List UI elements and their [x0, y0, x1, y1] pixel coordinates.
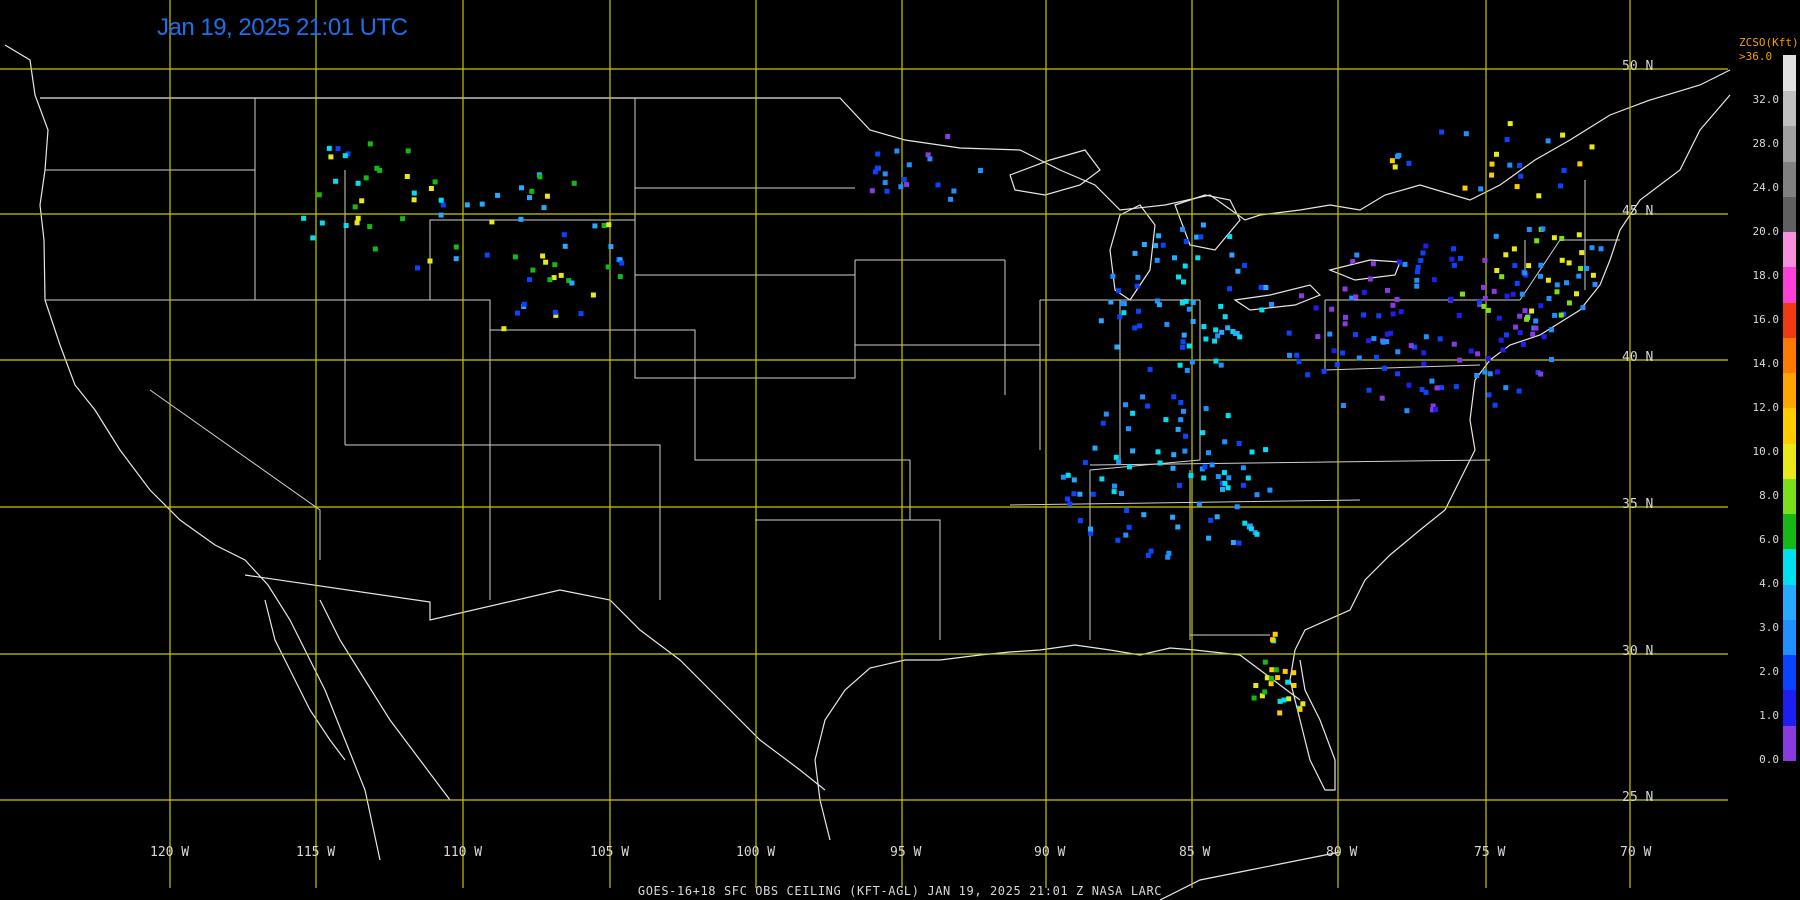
lat-label-30n: 30 N: [1622, 644, 1654, 659]
legend-swatch: [1783, 619, 1796, 655]
legend-swatch: [1783, 478, 1796, 514]
legend-tick-label: 2.0: [1759, 665, 1779, 678]
legend-tick-label: 4.0: [1759, 577, 1779, 590]
legend-swatch: [1783, 337, 1796, 373]
legend-tick-label: 28.0: [1752, 137, 1780, 150]
legend-tick-label: 16.0: [1752, 313, 1780, 326]
legend-swatch: [1783, 724, 1796, 761]
lon-label-70w: 70 W: [1620, 845, 1652, 860]
legend-swatch: [1783, 654, 1796, 691]
lon-label-95w: 95 W: [890, 845, 922, 860]
map-canvas: [0, 0, 1800, 900]
lon-label-85w: 85 W: [1179, 845, 1211, 860]
lon-label-115w: 115 W: [296, 845, 336, 860]
legend-tick-label: 6.0: [1759, 533, 1779, 546]
legend-swatch: [1783, 231, 1796, 268]
legend-swatch: [1783, 407, 1796, 444]
legend-swatch: [1783, 689, 1796, 726]
legend-swatch: [1783, 442, 1796, 479]
lon-label-100w: 100 W: [736, 845, 776, 860]
lat-label-25n: 25 N: [1622, 790, 1654, 805]
legend-tick-label: 24.0: [1752, 181, 1780, 194]
legend-tick-label: 20.0: [1752, 225, 1780, 238]
lon-label-80w: 80 W: [1326, 845, 1358, 860]
legend-tick-label: 12.0: [1752, 401, 1780, 414]
legend-tick-label: 18.0: [1752, 269, 1780, 282]
legend-swatch: [1783, 548, 1796, 585]
legend-swatch: [1783, 301, 1796, 338]
lat-label-50n: 50 N: [1622, 59, 1654, 74]
timestamp: Jan 19, 2025 21:01 UTC: [157, 14, 408, 41]
legend-swatch: [1783, 90, 1796, 127]
legend-swatch: [1783, 160, 1796, 197]
legend-tick-label: 1.0: [1759, 709, 1779, 722]
lat-label-40n: 40 N: [1622, 350, 1654, 365]
lon-label-105w: 105 W: [590, 845, 630, 860]
lat-label-45n: 45 N: [1622, 204, 1654, 219]
lat-label-35n: 35 N: [1622, 497, 1654, 512]
lon-label-120w: 120 W: [150, 845, 190, 860]
legend-swatch: [1783, 125, 1796, 162]
lon-label-90w: 90 W: [1034, 845, 1066, 860]
legend-swatch: [1783, 583, 1796, 620]
legend-tick-label: 14.0: [1752, 357, 1780, 370]
legend-max-label: >36.0: [1739, 50, 1773, 63]
lon-label-110w: 110 W: [443, 845, 483, 860]
legend-tick-label: 0.0: [1759, 753, 1779, 766]
legend-tick-label: 32.0: [1752, 93, 1780, 106]
legend-swatch: [1783, 513, 1796, 550]
lon-label-75w: 75 W: [1474, 845, 1506, 860]
footer-caption: GOES-16+18 SFC OBS CEILING (KFT-AGL) JAN…: [637, 884, 1163, 898]
legend-swatch: [1783, 266, 1796, 303]
legend-swatch: [1783, 372, 1796, 409]
legend-title: ZCSO(Kft): [1739, 36, 1799, 49]
legend-swatch: [1783, 196, 1796, 232]
legend-tick-label: 3.0: [1759, 621, 1779, 634]
legend-tick-label: 10.0: [1752, 445, 1780, 458]
legend-tick-label: 8.0: [1759, 489, 1779, 502]
legend-swatch: [1783, 55, 1796, 91]
